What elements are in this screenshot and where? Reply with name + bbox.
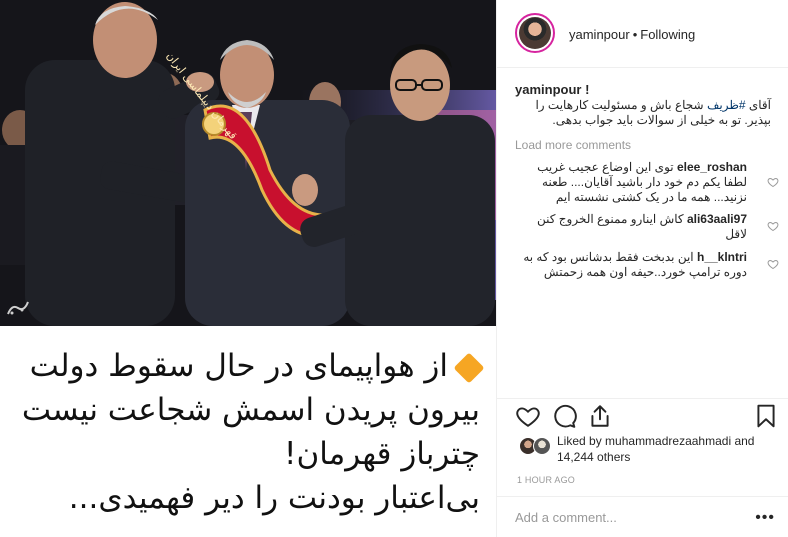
comment-heart-icon[interactable] xyxy=(767,220,779,232)
watermark-logo xyxy=(7,301,29,315)
header-username[interactable]: yaminpour xyxy=(569,27,630,42)
avatar[interactable] xyxy=(515,13,555,53)
likes-prefix: Liked by xyxy=(557,434,602,448)
heart-icon[interactable] xyxy=(515,403,541,429)
comment-icon[interactable] xyxy=(551,403,577,429)
comment-username[interactable]: h__klntri xyxy=(697,250,747,264)
post-photo[interactable]: قهرمان دیپلماسی ایران xyxy=(0,0,496,326)
likes-text: Liked by muhammadrezaahmadi and 14,244 o… xyxy=(557,433,777,465)
caption-text: آقای #ظریف شجاع باش و مسئولیت کارهایت را… xyxy=(519,98,771,128)
add-comment-input[interactable] xyxy=(515,508,745,526)
caption-text-start: آقای xyxy=(745,98,771,112)
comment-username[interactable]: elee_roshan xyxy=(677,160,747,174)
comments-section[interactable]: yaminpour ! آقای #ظریف شجاع باش و مسئولی… xyxy=(497,68,788,398)
likes-others[interactable]: 14,244 others xyxy=(557,450,630,464)
post-media[interactable]: قهرمان دیپلماسی ایران از هواپیمای در حال… xyxy=(0,0,496,537)
load-more-comments[interactable]: Load more comments xyxy=(515,138,631,152)
more-options-icon[interactable]: ••• xyxy=(755,509,775,527)
caption-username[interactable]: yaminpour xyxy=(515,82,581,97)
comment-body: elee_roshan توی این اوضاع عجیب غریب لطفا… xyxy=(515,160,747,205)
caption-user: yaminpour ! xyxy=(515,82,589,97)
avatar-image xyxy=(519,17,551,49)
overlay-line-1: از هواپیمای در حال سقوط دولت xyxy=(29,348,485,384)
overlay-line-4: بی‌اعتبار بودنت را دیر فهمیدی... xyxy=(68,480,480,516)
post-panel: yaminpour • Following yaminpour ! آقای #ظر… xyxy=(496,0,788,537)
post-timestamp[interactable]: 1 HOUR AGO xyxy=(517,475,575,485)
share-icon[interactable] xyxy=(587,403,613,429)
orange-diamond-icon xyxy=(453,351,485,384)
comment-item: h__klntri این بدبخت فقط بدشانس بود که به… xyxy=(515,250,747,280)
comment-item: ali63aali97 کاش اینارو ممنوع الخروج کنن … xyxy=(515,212,747,242)
following-button[interactable]: Following xyxy=(640,27,695,42)
comment-heart-icon[interactable] xyxy=(767,176,779,188)
liker-avatar[interactable] xyxy=(533,437,551,455)
likes-conjunction: and xyxy=(734,434,755,448)
comment-username[interactable]: ali63aali97 xyxy=(687,212,747,226)
caption-hashtag[interactable]: #ظریف xyxy=(707,98,746,112)
header-separator: • xyxy=(632,27,638,42)
add-comment-bar: ••• xyxy=(497,496,788,537)
header-user-line: yaminpour • Following xyxy=(569,27,695,42)
comment-body: ali63aali97 کاش اینارو ممنوع الخروج کنن … xyxy=(515,212,747,242)
photo-illustration: قهرمان دیپلماسی ایران xyxy=(0,0,496,326)
overlay-line-2: بیرون پریدن اسمش شجاعت نیست xyxy=(21,392,480,428)
comment-item: elee_roshan توی این اوضاع عجیب غریب لطفا… xyxy=(515,160,747,205)
post-actions: Liked by muhammadrezaahmadi and 14,244 o… xyxy=(497,398,788,498)
comment-body: h__klntri این بدبخت فقط بدشانس بود که به… xyxy=(515,250,747,280)
overlay-line-1-text: از هواپیمای در حال سقوط دولت xyxy=(29,348,448,384)
comment-heart-icon[interactable] xyxy=(767,258,779,270)
likes-user[interactable]: muhammadrezaahmadi xyxy=(605,434,731,448)
bookmark-icon[interactable] xyxy=(753,403,779,429)
caption-flag: ! xyxy=(585,82,590,97)
post-text-overlay: از هواپیمای در حال سقوط دولت بیرون پریدن… xyxy=(0,326,496,537)
post-header: yaminpour • Following xyxy=(497,0,788,68)
overlay-line-3: چترباز قهرمان! xyxy=(284,436,480,472)
